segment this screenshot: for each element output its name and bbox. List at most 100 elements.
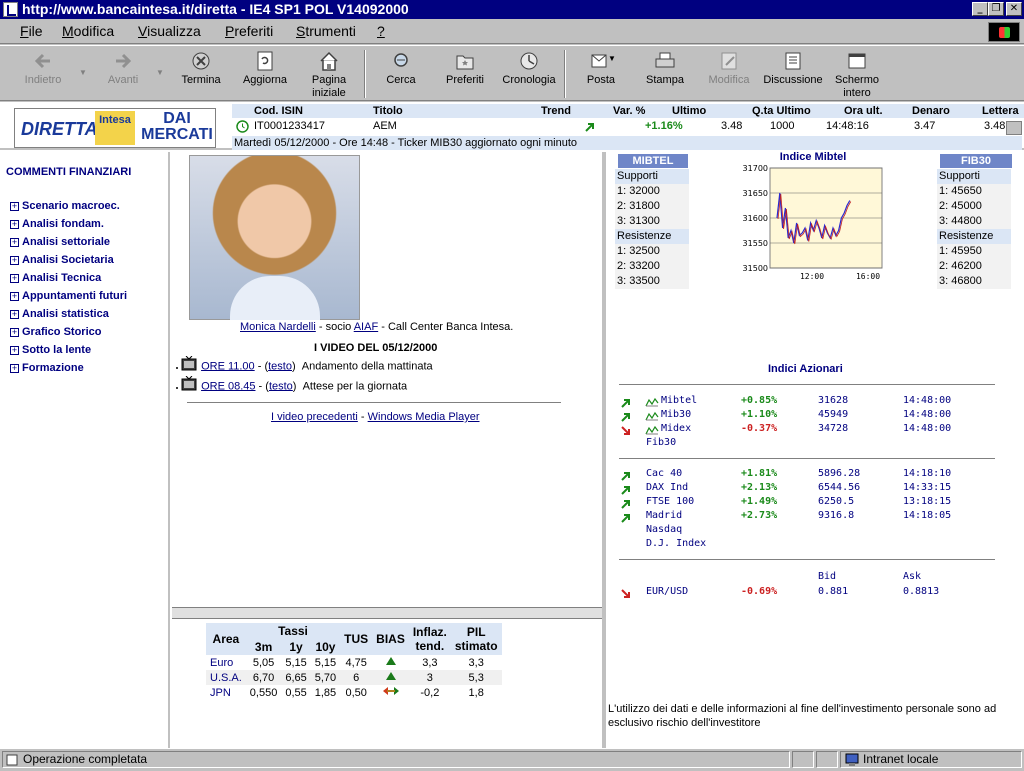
mibtel-intraday-chart[interactable]: 31700 31650 31600 31550 31500 12:00 16:00 (740, 163, 886, 288)
bias-up-icon (372, 655, 409, 670)
mini-chart-icon[interactable] (645, 397, 659, 409)
chart-ytick-label: 31500 (743, 264, 768, 273)
trend-down-icon (620, 588, 632, 600)
video-links: I video precedenti - Windows Media Playe… (271, 411, 480, 423)
disclaimer: L'utilizzo dei dati e delle informazioni… (608, 703, 997, 729)
printer-icon (654, 51, 676, 71)
video-1100-link[interactable]: ORE 11.00 (201, 360, 255, 372)
menu-visualizza[interactable]: Visualizza (138, 23, 201, 39)
nav-item-analisi-settoriale[interactable]: + Analisi settoriale (10, 236, 110, 248)
nav-item-appuntamenti[interactable]: + Appuntamenti futuri (10, 290, 127, 302)
restore-button[interactable]: ❐ (988, 2, 1004, 16)
video-1100-text-link[interactable]: testo (268, 360, 292, 372)
col-lettera: Lettera (982, 105, 1019, 117)
index-name[interactable]: Cac 40 (646, 468, 682, 479)
index-name[interactable]: DAX Ind (646, 482, 688, 493)
divider (187, 402, 561, 403)
bias-flat-icon (372, 685, 409, 700)
aiaf-link[interactable]: AIAF (354, 321, 378, 333)
nav-item-analisi-tecnica[interactable]: + Analisi Tecnica (10, 272, 101, 284)
analyst-name-link[interactable]: Monica Nardelli (240, 321, 316, 333)
frame-splitter[interactable] (172, 607, 602, 619)
edit-page-icon (718, 51, 740, 71)
index-name[interactable]: Fib30 (646, 437, 676, 448)
mini-chart-icon[interactable] (645, 425, 659, 437)
chart-title: Indice Mibtel (779, 151, 847, 163)
edit-button[interactable]: Modifica (696, 48, 762, 100)
history-button[interactable]: Cronologia (496, 48, 562, 100)
nav-item-analisi-fondam[interactable]: + Analisi fondam. (10, 218, 104, 230)
refresh-icon (254, 51, 276, 71)
video-0845-text-link[interactable]: testo (269, 380, 293, 392)
nav-item-analisi-societaria[interactable]: + Analisi Societaria (10, 254, 114, 266)
video-0845-link[interactable]: ORE 08.45 (201, 380, 255, 392)
index-name[interactable]: Mibtel (661, 395, 697, 406)
menu-modifica[interactable]: Modifica (62, 23, 114, 39)
plus-icon: + (10, 201, 19, 211)
fx-var: -0.69% (741, 586, 778, 597)
chart-ytick-label: 31700 (743, 164, 768, 173)
col-ultimo: Ultimo (672, 105, 707, 117)
menu-file[interactable]: File (20, 23, 43, 39)
previous-videos-link[interactable]: I video precedenti (271, 411, 358, 423)
menu-help[interactable]: ? (377, 23, 385, 39)
chart-xtick-label: 16:00 (856, 272, 880, 281)
back-button[interactable]: Indietro (10, 48, 76, 100)
trend-up-icon (620, 470, 632, 482)
index-name[interactable]: Mib30 (661, 409, 691, 420)
index-value: 9316.8 (818, 510, 855, 521)
back-dropdown-icon[interactable]: ▼ (79, 68, 87, 77)
discussion-button[interactable]: Discussione (760, 48, 826, 100)
forward-button[interactable]: Avanti (90, 48, 156, 100)
folder-star-icon (454, 51, 476, 71)
mail-button[interactable]: Posta (568, 48, 634, 100)
minimize-button[interactable]: _ (972, 2, 988, 16)
nav-item-analisi-statistica[interactable]: + Analisi statistica (10, 308, 109, 320)
fx-name[interactable]: EUR/USD (646, 586, 688, 597)
index-name[interactable]: Midex (661, 423, 691, 434)
mail-dropdown-icon[interactable]: ▼ (608, 54, 616, 63)
ticker-row[interactable]: IT0001233417 AEM +1.16% 3.48 1000 14:48:… (232, 119, 1024, 135)
index-var: +2.73% (741, 510, 778, 521)
arrow-right-icon (112, 51, 134, 71)
nav-item-formazione[interactable]: + Formazione (10, 362, 84, 374)
col-ora: Ora ult. (844, 105, 883, 117)
close-button[interactable]: ✕ (1006, 2, 1022, 16)
index-name[interactable]: Madrid (646, 510, 682, 521)
print-button[interactable]: Stampa (632, 48, 698, 100)
nav-item-sotto-la-lente[interactable]: + Sotto la lente (10, 344, 91, 356)
video-item: ORE 11.00 - (testo) Andamento della matt… (174, 355, 433, 377)
ie-app-icon[interactable] (3, 2, 18, 17)
diretta-dai-mercati-logo[interactable]: DIRETTA Intesa DAI MERCATI (14, 108, 216, 148)
menu-preferiti[interactable]: Preferiti (225, 23, 273, 39)
security-zone: Intranet locale (840, 751, 1022, 768)
mini-chart-icon[interactable] (645, 411, 659, 423)
media-player-link[interactable]: Windows Media Player (368, 411, 480, 423)
index-value: 6250.5 (818, 496, 855, 507)
fullscreen-button[interactable]: Schermo intero (824, 48, 890, 100)
fx-ask: 0.8813 (903, 586, 940, 597)
index-value: 45949 (818, 409, 849, 420)
nav-item-grafico-storico[interactable]: + Grafico Storico (10, 326, 101, 338)
home-button[interactable]: Pagina iniziale (296, 48, 362, 100)
index-var: +0.85% (741, 395, 778, 406)
search-button[interactable]: Cerca (368, 48, 434, 100)
bias-up-icon (372, 670, 409, 685)
index-time: 14:48:00 (903, 409, 952, 420)
table-row: Euro 5,05 5,15 5,15 4,75 3,3 3,3 (210, 655, 484, 670)
discussion-icon (782, 51, 804, 71)
ticker-scroll-icon[interactable] (1006, 121, 1022, 135)
plus-icon: + (10, 237, 19, 247)
plus-icon: + (10, 309, 19, 319)
status-bar: Operazione completata Intranet locale (0, 748, 1024, 768)
menu-strumenti[interactable]: Strumenti (296, 23, 356, 39)
stop-button[interactable]: Termina (168, 48, 234, 100)
favorites-button[interactable]: Preferiti (432, 48, 498, 100)
index-name[interactable]: FTSE 100 (646, 496, 694, 507)
index-name[interactable]: Nasdaq (646, 524, 682, 535)
nav-item-scenario[interactable]: + Scenario macroec. (10, 200, 120, 212)
index-name[interactable]: D.J. Index (646, 538, 706, 549)
forward-dropdown-icon[interactable]: ▼ (156, 68, 164, 77)
window-title: http://www.bancaintesa.it/diretta - IE4 … (22, 1, 409, 17)
refresh-button[interactable]: Aggiorna (232, 48, 298, 100)
